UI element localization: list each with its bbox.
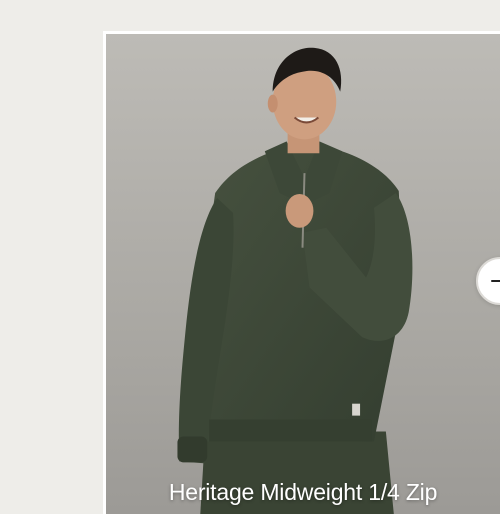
product-card[interactable]: Heritage Midweight 1/4 Zip xyxy=(103,31,500,514)
arrow-right-icon xyxy=(491,280,500,282)
product-title[interactable]: Heritage Midweight 1/4 Zip xyxy=(106,479,500,506)
product-image[interactable] xyxy=(106,34,500,514)
carousel-stage: Heritage Midweight 1/4 Zip xyxy=(0,0,500,514)
